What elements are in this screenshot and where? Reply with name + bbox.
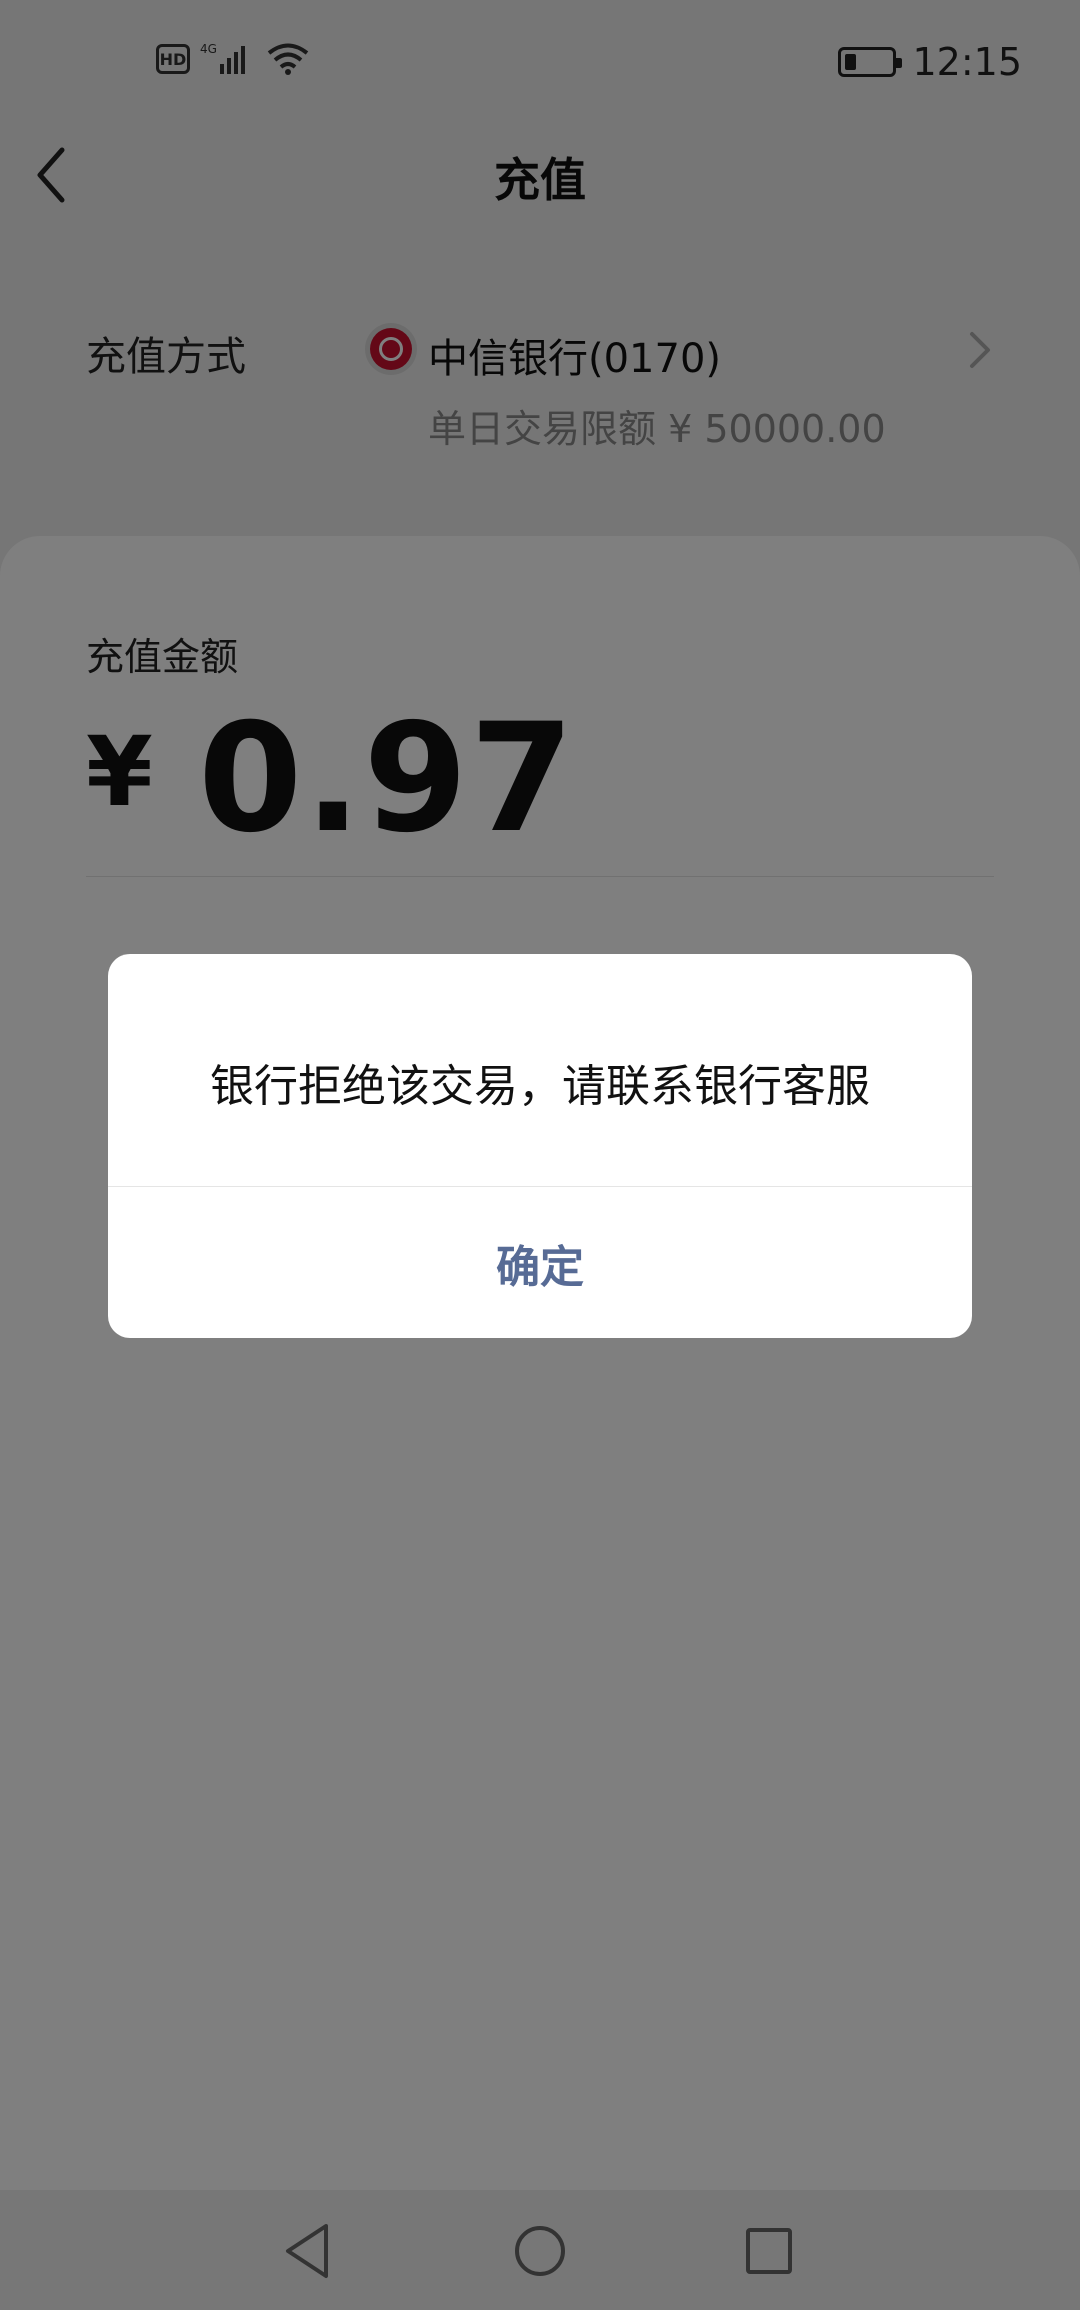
navigation-bar bbox=[0, 2190, 1080, 2310]
dialog-message: 银行拒绝该交易，请联系银行客服 bbox=[210, 1061, 870, 1112]
triangle-back-icon[interactable] bbox=[274, 2216, 344, 2286]
square-recents-icon[interactable] bbox=[734, 2216, 804, 2286]
alert-dialog: 银行拒绝该交易，请联系银行客服 确定 bbox=[108, 954, 972, 1338]
confirm-button[interactable]: 确定 bbox=[108, 1187, 972, 1338]
circle-home-icon[interactable] bbox=[505, 2216, 575, 2286]
